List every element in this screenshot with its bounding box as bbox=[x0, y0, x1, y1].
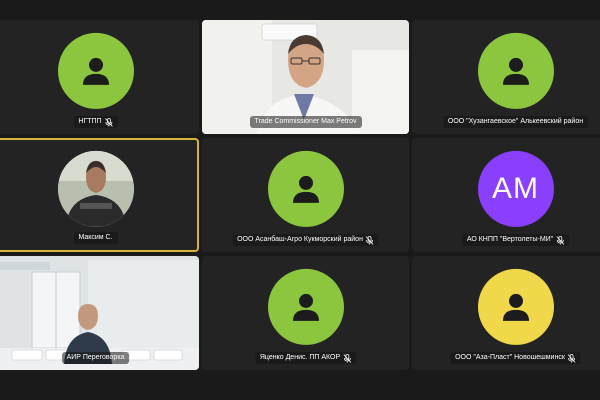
avatar bbox=[477, 268, 554, 345]
name-bar: НГТПП bbox=[73, 116, 118, 128]
name-bar: Яценко Денис. ПП АКОР bbox=[254, 352, 357, 364]
avatar bbox=[57, 32, 134, 109]
participant-tile[interactable]: Trade Commissioner Max Petrov bbox=[202, 20, 409, 134]
name-bar: АО КНПП "Вертолеты-МИ" bbox=[461, 234, 570, 246]
participant-tile[interactable]: ООО "Хузангаевское" Алькеевский район bbox=[412, 20, 600, 134]
avatar-initials: AM bbox=[492, 171, 539, 205]
participant-tile[interactable]: Яценко Денис. ПП АКОР bbox=[202, 256, 409, 370]
participant-name: Яценко Денис. ПП АКОР bbox=[259, 354, 341, 361]
participants-grid: НГТПП Trade Commissioner Max Petrov ООО … bbox=[0, 0, 600, 400]
name-bar: ООО "Хузангаевское" Алькеевский район bbox=[442, 116, 589, 128]
participant-tile[interactable]: АИР Переговорка bbox=[0, 256, 199, 370]
person-icon bbox=[292, 175, 319, 203]
name-bar: ООО Асанбаш-Агро Кукморский район bbox=[232, 234, 379, 246]
person-icon bbox=[292, 293, 319, 321]
mic-off-icon bbox=[366, 235, 374, 245]
user-photo bbox=[57, 150, 134, 227]
participant-name: Trade Commissioner Max Petrov bbox=[254, 118, 357, 125]
participant-name: Максим С. bbox=[78, 234, 113, 241]
participant-tile[interactable]: НГТПП bbox=[0, 20, 199, 134]
participant-name: ООО "Аза-Пласт" Новошешминск bbox=[455, 354, 565, 361]
person-icon bbox=[502, 293, 529, 321]
participant-name: НГТПП bbox=[78, 118, 102, 125]
name-bar: ООО "Аза-Пласт" Новошешминск bbox=[450, 352, 581, 364]
participant-name: ООО "Хузангаевское" Алькеевский район bbox=[447, 118, 584, 125]
avatar bbox=[267, 268, 344, 345]
mic-off-icon bbox=[343, 353, 351, 363]
person-icon bbox=[502, 57, 529, 85]
person-icon bbox=[82, 57, 109, 85]
participant-name: АИР Переговорка bbox=[66, 354, 125, 361]
avatar bbox=[57, 150, 134, 227]
participant-name: ООО Асанбаш-Агро Кукморский район bbox=[237, 236, 363, 243]
bottom-strip bbox=[0, 373, 600, 400]
avatar: AM bbox=[477, 150, 554, 227]
mic-off-icon bbox=[104, 117, 113, 127]
participant-name: АО КНПП "Вертолеты-МИ" bbox=[466, 236, 554, 243]
avatar bbox=[477, 32, 554, 109]
name-bar: Trade Commissioner Max Petrov bbox=[249, 116, 362, 128]
participant-tile-active[interactable]: Максим С. bbox=[0, 138, 199, 252]
name-bar: Максим С. bbox=[73, 232, 118, 244]
avatar bbox=[267, 150, 344, 227]
participant-tile[interactable]: ООО Асанбаш-Агро Кукморский район bbox=[202, 138, 409, 252]
participant-tile[interactable]: ООО "Аза-Пласт" Новошешминск bbox=[412, 256, 600, 370]
mic-off-icon bbox=[568, 353, 576, 363]
name-bar: АИР Переговорка bbox=[61, 352, 130, 364]
mic-off-icon bbox=[556, 235, 564, 245]
participant-tile[interactable]: AM АО КНПП "Вертолеты-МИ" bbox=[412, 138, 600, 252]
